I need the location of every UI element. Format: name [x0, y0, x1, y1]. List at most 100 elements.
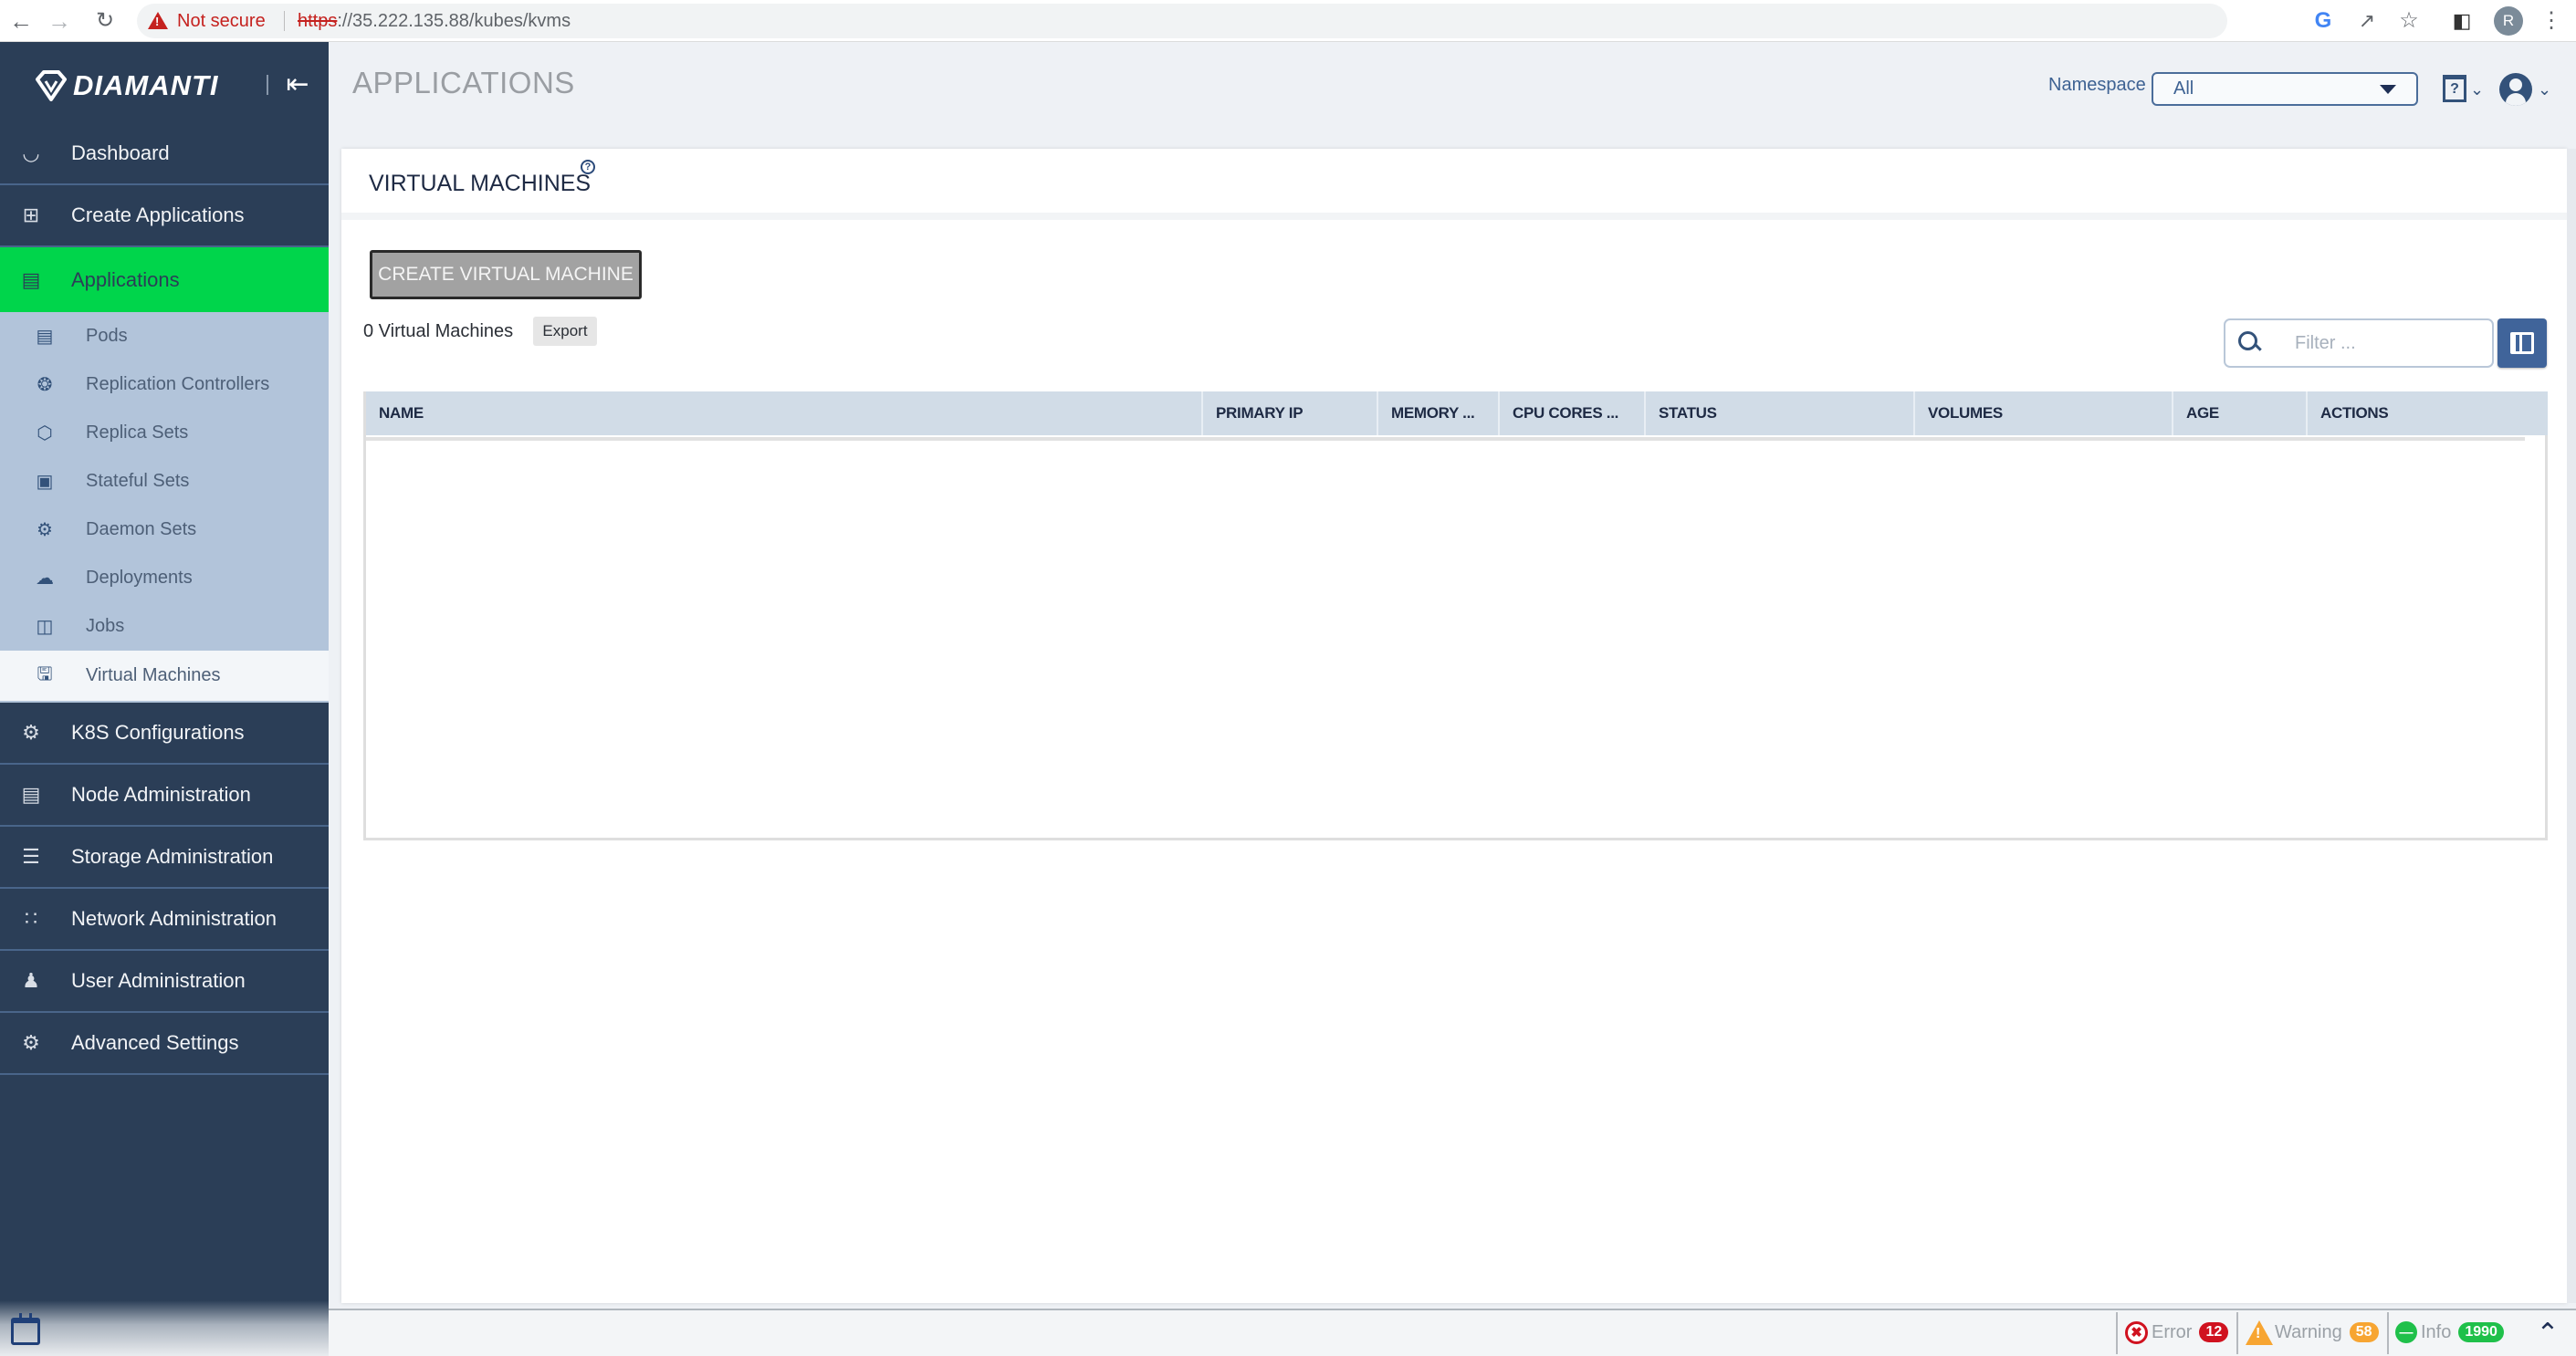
help-circle-icon[interactable]: ? [581, 160, 595, 174]
column-chooser-button[interactable] [2497, 318, 2547, 368]
virtual-machines-table: NAME PRIMARY IP MEMORY ... CPU CORES ...… [363, 391, 2548, 840]
sidebar-subitem-label: Replication Controllers [86, 374, 270, 394]
filter-field[interactable] [2224, 318, 2494, 368]
sidebar-item-label: User Administration [71, 969, 246, 992]
error-label: Error [2152, 1321, 2193, 1342]
info-status[interactable]: — Info 1990 [2395, 1314, 2504, 1351]
warning-label: Warning [2275, 1321, 2342, 1342]
warning-status[interactable]: ! Warning 58 [2246, 1314, 2379, 1351]
gears-icon: ⚙ [22, 1031, 40, 1054]
column-header-primary-ip[interactable]: PRIMARY IP [1203, 391, 1378, 435]
collapse-sidebar-icon[interactable]: ⇤ [279, 69, 316, 100]
user-menu[interactable]: ⌄ [2499, 71, 2554, 108]
daemon-sets-icon: ⚙ [37, 520, 53, 540]
jobs-icon: ◫ [36, 617, 54, 637]
warning-triangle-icon: ! [2246, 1319, 2273, 1345]
plus-square-icon: ⊞ [22, 203, 40, 226]
column-header-age[interactable]: AGE [2173, 391, 2308, 435]
sidebar-subitem-deployments[interactable]: ☁ Deployments [0, 554, 329, 602]
sidebar: DIAMANTI ⇤ ◡ Dashboard ⊞ Create Applicat… [0, 42, 329, 1309]
help-glyph: ? [2450, 81, 2459, 97]
security-indicator[interactable]: Not secure [148, 0, 266, 42]
page-title: APPLICATIONS [352, 66, 575, 99]
column-header-cpu-cores[interactable]: CPU CORES ... [1500, 391, 1646, 435]
more-vert-icon[interactable]: ⋮ [2538, 7, 2565, 35]
sidebar-item-label: Node Administration [71, 783, 251, 806]
reload-icon[interactable]: ↻ [89, 5, 120, 37]
chevron-down-icon: ⌄ [2538, 80, 2552, 99]
k8s-gear-icon: ⚙ [22, 721, 40, 744]
sidebar-subitem-label: Daemon Sets [86, 519, 197, 539]
network-tree-icon: ∷ [25, 907, 37, 930]
info-label: Info [2421, 1321, 2452, 1342]
sidebar-subitem-label: Replica Sets [86, 422, 189, 443]
sidebar-item-node-administration[interactable]: ▤ Node Administration [0, 765, 329, 827]
sidebar-item-label: Applications [71, 267, 180, 291]
side-panel-icon[interactable]: ◧ [2448, 7, 2476, 35]
not-secure-label: Not secure [177, 11, 266, 31]
sidebar-subitem-virtual-machines[interactable]: 🖫 Virtual Machines [0, 651, 329, 701]
brand-name: DIAMANTI [73, 69, 219, 101]
url-scheme: https [298, 11, 338, 31]
sidebar-subitem-daemon-sets[interactable]: ⚙ Daemon Sets [0, 506, 329, 554]
stateful-sets-icon: ▣ [36, 472, 54, 492]
back-icon[interactable]: ← [5, 5, 37, 37]
replication-controllers-icon: ❂ [37, 375, 53, 395]
caret-down-icon [2380, 85, 2396, 94]
sidebar-item-advanced-settings[interactable]: ⚙ Advanced Settings [0, 1013, 329, 1075]
url-path: ://35.222.135.88/kubes/kvms [337, 11, 571, 31]
logo-divider [267, 75, 268, 95]
sidebar-item-user-administration[interactable]: ♟ User Administration [0, 951, 329, 1013]
error-count-badge: 12 [2199, 1322, 2229, 1342]
replica-sets-icon: ⬡ [37, 423, 53, 443]
sidebar-subitem-label: Jobs [86, 616, 125, 636]
sidebar-subitem-label: Stateful Sets [86, 471, 190, 491]
sidebar-subitem-jobs[interactable]: ◫ Jobs [0, 602, 329, 651]
sidebar-item-network-administration[interactable]: ∷ Network Administration [0, 889, 329, 951]
page-scrollbar[interactable] [2567, 149, 2576, 1303]
sidebar-subitem-replica-sets[interactable]: ⬡ Replica Sets [0, 409, 329, 457]
column-header-name[interactable]: NAME [366, 391, 1203, 435]
sidebar-item-create-applications[interactable]: ⊞ Create Applications [0, 185, 329, 247]
filter-input[interactable] [2295, 329, 2477, 357]
google-icon[interactable]: G [2309, 7, 2337, 35]
sidebar-item-k8s-configurations[interactable]: ⚙ K8S Configurations [0, 703, 329, 765]
warning-icon [148, 12, 168, 29]
table-header: NAME PRIMARY IP MEMORY ... CPU CORES ...… [366, 391, 2548, 435]
profile-avatar[interactable]: R [2494, 6, 2523, 36]
create-virtual-machine-button[interactable]: CREATE VIRTUAL MACHINE [370, 250, 642, 299]
sidebar-subitem-pods[interactable]: ▤ Pods [0, 312, 329, 360]
warning-count-badge: 58 [2349, 1322, 2379, 1342]
chevron-up-icon[interactable]: ⌃ [2532, 1314, 2563, 1351]
namespace-select[interactable]: All [2152, 72, 2418, 106]
url-text[interactable]: https://35.222.135.88/kubes/kvms [298, 0, 571, 42]
users-icon: ♟ [22, 969, 40, 992]
help-menu[interactable]: ? ⌄ [2443, 71, 2488, 108]
brand-logo[interactable]: DIAMANTI [35, 68, 219, 104]
sidebar-subitem-stateful-sets[interactable]: ▣ Stateful Sets [0, 457, 329, 506]
bookmark-star-icon[interactable]: ☆ [2395, 7, 2423, 35]
column-header-volumes[interactable]: VOLUMES [1915, 391, 2173, 435]
status-divider [2387, 1312, 2389, 1354]
sidebar-subitem-label: Deployments [86, 568, 193, 588]
pods-icon: ▤ [36, 327, 54, 347]
column-header-memory[interactable]: MEMORY ... [1378, 391, 1500, 435]
url-divider [284, 11, 285, 31]
sidebar-item-dashboard[interactable]: ◡ Dashboard [0, 123, 329, 185]
share-icon[interactable]: ↗ [2353, 7, 2381, 35]
column-header-status[interactable]: STATUS [1646, 391, 1915, 435]
panel-title: VIRTUAL MACHINES [369, 171, 592, 196]
sidebar-item-applications[interactable]: ▤ Applications [0, 247, 329, 312]
server-node-icon: ▤ [21, 783, 41, 806]
dashboard-gauge-icon: ◡ [22, 141, 40, 164]
help-book-icon: ? [2443, 75, 2466, 102]
sidebar-item-label: Dashboard [71, 141, 170, 164]
namespace-value: All [2173, 78, 2194, 99]
error-status[interactable]: ✖ Error 12 [2125, 1314, 2229, 1351]
sidebar-item-storage-administration[interactable]: ☰ Storage Administration [0, 827, 329, 889]
forward-icon[interactable]: → [44, 5, 75, 37]
calendar-icon[interactable] [11, 1313, 40, 1345]
sidebar-subitem-replication-controllers[interactable]: ❂ Replication Controllers [0, 360, 329, 409]
sidebar-item-label: Storage Administration [71, 845, 274, 868]
export-button[interactable]: Export [533, 317, 597, 346]
